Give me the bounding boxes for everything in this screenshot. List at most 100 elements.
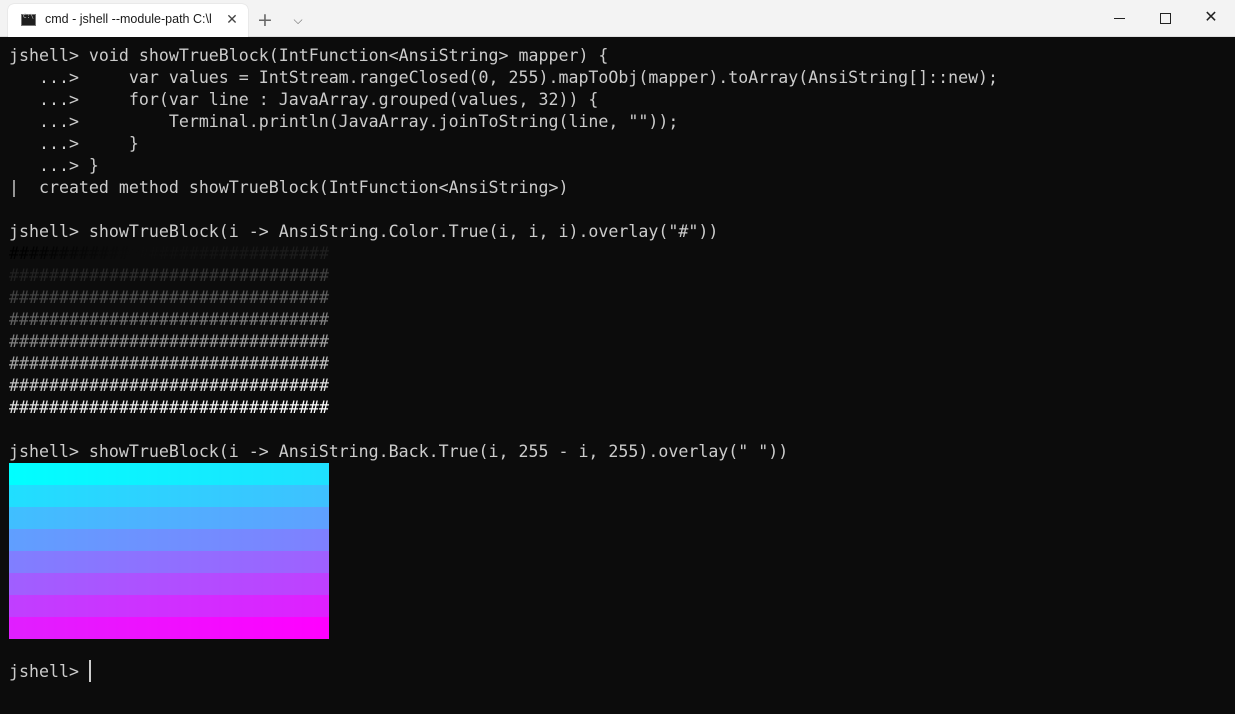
- hash-char: #: [269, 398, 279, 417]
- terminal-line: ...> var values = IntStream.rangeClosed(…: [9, 68, 999, 87]
- hash-char: #: [49, 288, 59, 307]
- hash-char: #: [279, 376, 289, 395]
- hash-char: #: [39, 332, 49, 351]
- hash-char: #: [79, 354, 89, 373]
- hash-char: #: [129, 288, 139, 307]
- tab-dropdown-button[interactable]: ⌵: [287, 9, 309, 31]
- hash-char: #: [309, 398, 319, 417]
- hash-char: #: [179, 266, 189, 285]
- hash-char: #: [119, 310, 129, 329]
- hash-char: #: [209, 288, 219, 307]
- hash-char: #: [79, 244, 89, 263]
- hash-char: #: [279, 398, 289, 417]
- minimize-button[interactable]: [1096, 0, 1142, 36]
- hash-char: #: [219, 376, 229, 395]
- hash-char: #: [89, 266, 99, 285]
- terminal-prompt: jshell>: [9, 662, 89, 681]
- hash-char: #: [169, 332, 179, 351]
- hash-char: #: [89, 310, 99, 329]
- hash-char: #: [249, 288, 259, 307]
- hash-char: #: [129, 244, 139, 263]
- minimize-icon: [1114, 18, 1125, 19]
- hash-char: #: [169, 288, 179, 307]
- hash-char: #: [89, 354, 99, 373]
- hash-char: #: [109, 332, 119, 351]
- hash-char: #: [19, 332, 29, 351]
- hash-char: #: [9, 310, 19, 329]
- hash-char: #: [189, 288, 199, 307]
- hash-char: #: [179, 244, 189, 263]
- terminal-line: ...> Terminal.println(JavaArray.joinToSt…: [9, 112, 679, 131]
- hash-char: #: [109, 244, 119, 263]
- hash-char: #: [159, 288, 169, 307]
- hash-char: #: [219, 266, 229, 285]
- hash-char: #: [189, 376, 199, 395]
- hash-char: #: [19, 310, 29, 329]
- hash-char: #: [189, 310, 199, 329]
- hash-char: #: [189, 398, 199, 417]
- hash-char: #: [279, 266, 289, 285]
- hash-char: #: [249, 266, 259, 285]
- hash-char: #: [9, 288, 19, 307]
- hash-char: #: [79, 332, 89, 351]
- hash-char: #: [69, 288, 79, 307]
- hash-char: #: [309, 244, 319, 263]
- hash-char: #: [149, 398, 159, 417]
- grayscale-hash-row: ################################: [9, 375, 329, 397]
- hash-char: #: [119, 244, 129, 263]
- hash-char: #: [39, 354, 49, 373]
- hash-char: #: [59, 310, 69, 329]
- hash-char: #: [29, 376, 39, 395]
- hash-char: #: [209, 354, 219, 373]
- hash-char: #: [109, 310, 119, 329]
- hash-char: #: [229, 266, 239, 285]
- cmd-icon: [21, 13, 36, 26]
- hash-char: #: [309, 354, 319, 373]
- hash-char: #: [159, 266, 169, 285]
- hash-char: #: [269, 266, 279, 285]
- hash-char: #: [259, 376, 269, 395]
- hash-char: #: [129, 310, 139, 329]
- maximize-button[interactable]: [1142, 0, 1188, 36]
- hash-char: #: [119, 332, 129, 351]
- terminal-line: ...> }: [9, 134, 139, 153]
- hash-char: #: [219, 354, 229, 373]
- hash-char: #: [279, 310, 289, 329]
- terminal-tab[interactable]: cmd - jshell --module-path C:\l ✕: [8, 4, 248, 37]
- hash-char: #: [209, 244, 219, 263]
- close-window-button[interactable]: ✕: [1188, 0, 1234, 36]
- hash-char: #: [109, 266, 119, 285]
- hash-char: #: [299, 288, 309, 307]
- grayscale-hash-row: ################################: [9, 397, 329, 419]
- hash-char: #: [99, 244, 109, 263]
- hash-char: #: [39, 310, 49, 329]
- hash-char: #: [49, 266, 59, 285]
- hash-char: #: [239, 244, 249, 263]
- close-tab-icon[interactable]: ✕: [223, 11, 241, 29]
- grayscale-hash-row: ################################: [9, 287, 329, 309]
- gradient-row: [9, 463, 329, 485]
- hash-char: #: [9, 376, 19, 395]
- gradient-row: [9, 485, 329, 507]
- hash-char: #: [319, 376, 329, 395]
- hash-char: #: [289, 288, 299, 307]
- terminal-output[interactable]: jshell> void showTrueBlock(IntFunction<A…: [0, 37, 1228, 714]
- hash-char: #: [39, 398, 49, 417]
- hash-char: #: [189, 244, 199, 263]
- grayscale-hash-row: ################################: [9, 331, 329, 353]
- hash-char: #: [169, 376, 179, 395]
- hash-char: #: [289, 398, 299, 417]
- hash-char: #: [239, 398, 249, 417]
- hash-char: #: [239, 310, 249, 329]
- hash-char: #: [139, 244, 149, 263]
- hash-char: #: [139, 398, 149, 417]
- hash-char: #: [69, 244, 79, 263]
- hash-char: #: [229, 332, 239, 351]
- hash-char: #: [139, 288, 149, 307]
- gradient-row: [9, 507, 329, 529]
- grayscale-hash-row: ################################: [9, 353, 329, 375]
- new-tab-button[interactable]: +: [254, 9, 276, 31]
- hash-char: #: [299, 398, 309, 417]
- hash-char: #: [129, 354, 139, 373]
- close-icon: ✕: [1204, 7, 1218, 26]
